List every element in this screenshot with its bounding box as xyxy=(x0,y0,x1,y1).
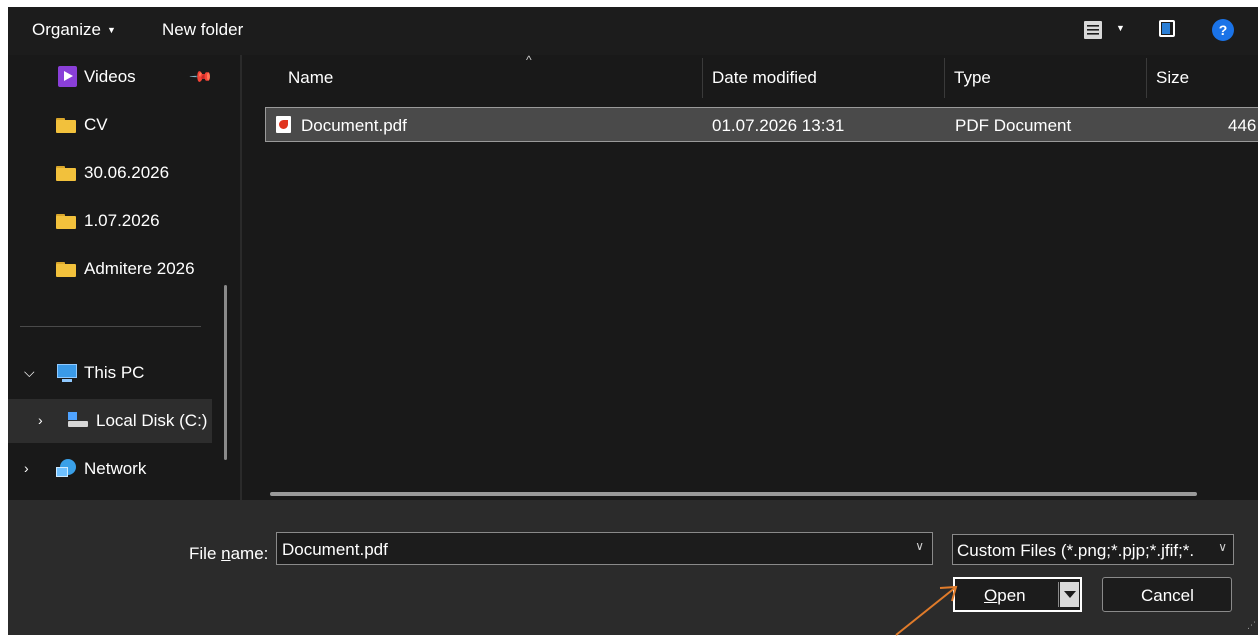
computer-icon xyxy=(57,364,77,382)
sidebar-item-label: CV xyxy=(84,115,108,134)
cancel-button-label: Cancel xyxy=(1141,586,1194,605)
cancel-button[interactable]: Cancel xyxy=(1102,577,1232,612)
pin-icon: 📌 xyxy=(188,64,214,90)
file-type-filter-value: Custom Files (*.png;*.pjp;*.jfif;*. xyxy=(957,541,1195,560)
sidebar-item-30-06-2026[interactable]: 30.06.2026 xyxy=(8,151,218,195)
sidebar-item-cv[interactable]: CV xyxy=(8,103,218,147)
file-type-cell: PDF Document xyxy=(955,116,1072,135)
sidebar-item-label: Local Disk (C:) xyxy=(96,411,208,430)
horizontal-scrollbar[interactable] xyxy=(270,492,1197,496)
open-options-dropdown-icon[interactable] xyxy=(1060,582,1079,607)
sidebar-item-this-pc[interactable]: ⌵ This PC xyxy=(8,351,218,395)
column-header-label: Size xyxy=(1156,68,1190,87)
help-icon[interactable]: ? xyxy=(1212,19,1234,41)
sort-ascending-icon: ^ xyxy=(526,53,532,67)
view-list-icon[interactable] xyxy=(1084,21,1102,39)
preview-pane-icon[interactable] xyxy=(1159,20,1175,37)
chevron-down-icon: ∨ xyxy=(1218,540,1227,554)
sidebar-item-label: 1.07.2026 xyxy=(84,211,160,230)
file-name-value: Document.pdf xyxy=(282,540,388,559)
resize-grip-icon[interactable]: ⋰ xyxy=(1247,620,1256,631)
column-header-label: Date modified xyxy=(712,68,817,87)
videos-icon xyxy=(58,66,77,87)
column-header-type[interactable]: Type xyxy=(944,55,1146,101)
organize-label: Organize xyxy=(32,20,101,39)
column-header-label: Type xyxy=(954,68,991,87)
file-name-cell: Document.pdf xyxy=(301,116,407,135)
sidebar-item-label: Admitere 2026 xyxy=(84,259,195,278)
split-divider xyxy=(1058,582,1059,607)
sidebar-item-label: Network xyxy=(84,459,147,478)
column-header-size[interactable]: Size xyxy=(1146,55,1258,101)
chevron-right-icon[interactable]: › xyxy=(24,460,29,476)
sidebar-divider xyxy=(20,326,201,327)
sidebar-item-label: 30.06.2026 xyxy=(84,163,170,182)
folder-icon xyxy=(56,262,76,277)
view-options-caret-icon[interactable]: ▼ xyxy=(1116,23,1125,33)
folder-icon xyxy=(56,118,76,133)
file-size-cell: 446 I xyxy=(1228,116,1258,135)
sidebar-item-videos[interactable]: Videos 📌 xyxy=(8,55,218,99)
sidebar-item-1-07-2026[interactable]: 1.07.2026 xyxy=(8,199,218,243)
file-name-label: File name: xyxy=(189,544,269,563)
file-open-dialog: Organize ▼ New folder ▼ ? Videos 📌 CV 30.… xyxy=(8,7,1258,635)
folder-icon xyxy=(56,166,76,181)
sidebar-item-label: This PC xyxy=(84,363,145,382)
sidebar-item-network[interactable]: › Network xyxy=(8,447,218,491)
column-header-name[interactable]: Name ^ xyxy=(278,53,702,101)
chevron-down-icon[interactable]: ∨ xyxy=(915,539,924,553)
network-icon xyxy=(56,459,78,479)
folder-icon xyxy=(56,214,76,229)
sidebar-item-local-disk[interactable]: › Local Disk (C:) xyxy=(8,399,212,443)
sidebar-scrollbar[interactable] xyxy=(224,285,227,460)
caret-down-icon: ▼ xyxy=(106,25,116,35)
file-row-document-pdf[interactable]: Document.pdf 01.07.2026 13:31 PDF Docume… xyxy=(265,107,1258,142)
file-name-input[interactable]: Document.pdf ∨ xyxy=(276,532,933,565)
chevron-down-icon[interactable]: ⌵ xyxy=(24,364,35,381)
column-header-date-modified[interactable]: Date modified xyxy=(702,55,943,101)
pdf-file-icon xyxy=(276,116,291,133)
new-folder-button[interactable]: New folder xyxy=(162,20,243,40)
sidebar-item-admitere-2026[interactable]: Admitere 2026 xyxy=(8,247,218,291)
dialog-footer: File name: Document.pdf ∨ Custom Files (… xyxy=(8,500,1258,635)
open-button-label: Open xyxy=(984,586,1026,605)
file-date-cell: 01.07.2026 13:31 xyxy=(712,116,845,135)
chevron-right-icon[interactable]: › xyxy=(38,412,43,428)
column-header-label: Name xyxy=(288,68,334,87)
toolbar: Organize ▼ New folder ▼ ? xyxy=(8,7,1258,55)
open-button[interactable]: Open xyxy=(953,577,1082,612)
navigation-pane: Videos 📌 CV 30.06.2026 1.07.2026 Admiter… xyxy=(8,55,240,500)
sidebar-item-label: Videos xyxy=(84,67,136,86)
local-disk-icon xyxy=(68,412,88,428)
organize-button[interactable]: Organize ▼ xyxy=(32,20,116,40)
file-type-filter-select[interactable]: Custom Files (*.png;*.pjp;*.jfif;*. ∨ xyxy=(952,534,1234,565)
file-list: Name ^ Date modified Type Size Document.… xyxy=(242,53,1258,500)
